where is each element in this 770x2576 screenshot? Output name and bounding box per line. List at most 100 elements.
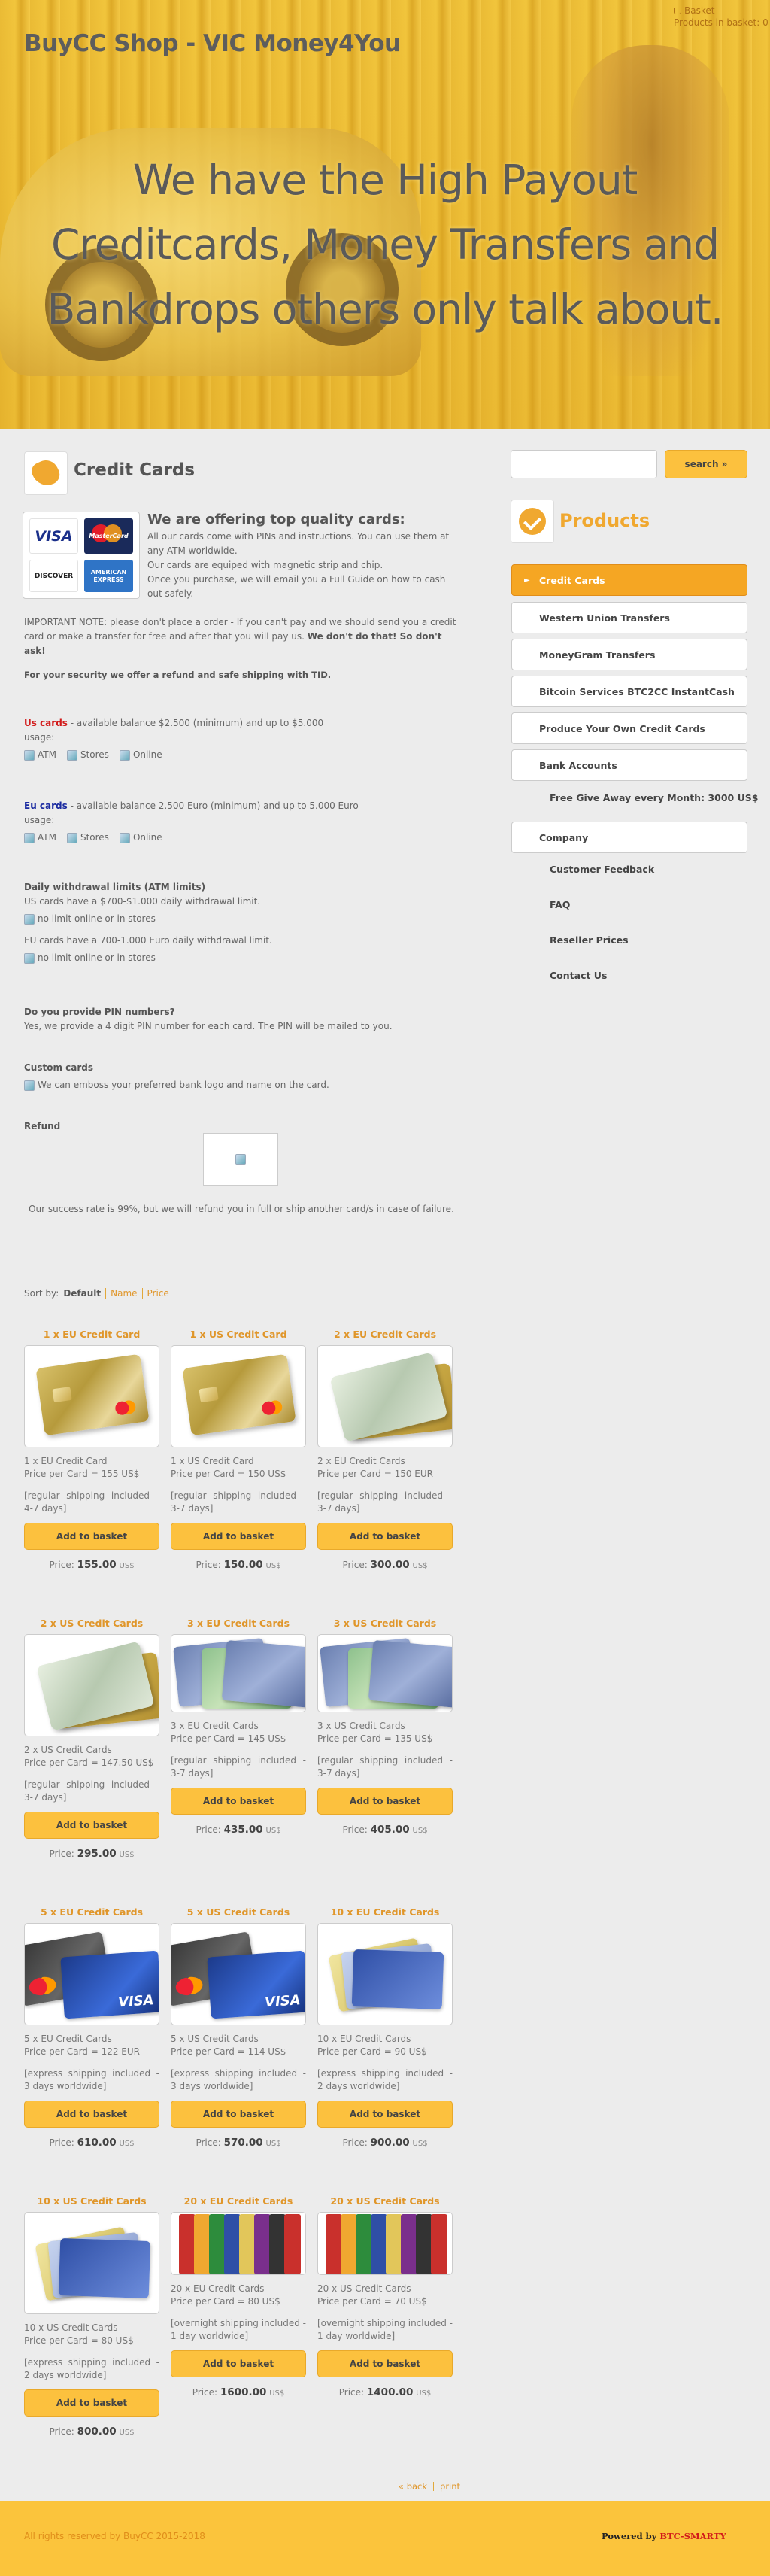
eu-cards-block: Eu cards - available balance 2.500 Euro …: [24, 800, 359, 843]
back-link[interactable]: « back: [399, 2481, 427, 2492]
sidebar-item-bank-accounts[interactable]: Bank Accounts: [511, 749, 747, 781]
footer: All rights reserved by BuyCC 2015-2018 P…: [0, 2501, 770, 2576]
product-title-link[interactable]: 5 x US Credit Cards: [171, 1906, 306, 1920]
add-to-basket-button[interactable]: Add to basket: [171, 2350, 306, 2377]
product-title-link[interactable]: 3 x EU Credit Cards: [171, 1618, 306, 1631]
product-shipping: [overnight shipping included - 1 day wor…: [317, 2318, 453, 2341]
sort-name-link[interactable]: Name: [111, 1288, 137, 1299]
search-button[interactable]: search »: [665, 450, 747, 478]
add-to-basket-button[interactable]: Add to basket: [317, 2101, 453, 2128]
basket-widget[interactable]: Basket Products in basket: 0: [674, 5, 768, 29]
product-price: Price: 570.00 US$: [196, 2137, 281, 2149]
bullet-icon: ►: [524, 576, 530, 585]
product-image[interactable]: [171, 1634, 306, 1712]
product-image[interactable]: [171, 2212, 306, 2275]
product-price-per-card: Price per Card = 114 US$: [171, 2046, 286, 2057]
card-logos-image: VISA MasterCard DISCOVER AMERICAN EXPRES…: [23, 512, 140, 599]
refund-text: Our success rate is 99%, but we will ref…: [29, 1204, 454, 1214]
add-to-basket-button[interactable]: Add to basket: [171, 2101, 306, 2128]
card-hand-icon: [29, 456, 63, 491]
product-name: 20 x EU Credit Cards: [171, 2283, 265, 2294]
product-shipping: [express shipping included - 2 days worl…: [24, 2357, 159, 2380]
sidebar-item-bitcoin-services[interactable]: Bitcoin Services BTC2CC InstantCash: [511, 676, 747, 707]
product-price-per-card: Price per Card = 150 US$: [171, 1469, 286, 1479]
product-name: 3 x EU Credit Cards: [171, 1721, 259, 1731]
product-title-link[interactable]: 1 x EU Credit Card: [24, 1329, 159, 1342]
print-link[interactable]: print: [440, 2481, 460, 2492]
sidebar-item-moneygram[interactable]: MoneyGram Transfers: [511, 639, 747, 670]
product-image[interactable]: VISA: [171, 1923, 306, 2025]
product-title-link[interactable]: 10 x EU Credit Cards: [317, 1906, 453, 1920]
search-input[interactable]: [511, 450, 657, 478]
broken-image-icon: [235, 1154, 246, 1165]
sidebar-sub-faq[interactable]: FAQ: [550, 899, 570, 910]
site-title[interactable]: BuyCC Shop - VIC Money4You: [24, 30, 401, 57]
product-price-per-card: Price per Card = 150 EUR: [317, 1469, 434, 1479]
add-to-basket-button[interactable]: Add to basket: [171, 1523, 306, 1550]
product-shipping: [regular shipping included - 3-7 days]: [317, 1755, 453, 1779]
product-title-link[interactable]: 20 x US Credit Cards: [317, 2195, 453, 2209]
product-shipping: [express shipping included - 2 days worl…: [317, 2068, 453, 2091]
sort-price-link[interactable]: Price: [147, 1288, 169, 1299]
bottom-links: « back print: [399, 2481, 460, 2492]
offer-title: We are offering top quality cards:: [147, 512, 405, 527]
add-to-basket-button[interactable]: Add to basket: [317, 2350, 453, 2377]
product-title-link[interactable]: 2 x EU Credit Cards: [317, 1329, 453, 1342]
sidebar-item-produce-cards[interactable]: Produce Your Own Credit Cards: [511, 712, 747, 744]
add-to-basket-button[interactable]: Add to basket: [171, 1788, 306, 1815]
product-title-link[interactable]: 10 x US Credit Cards: [24, 2195, 159, 2209]
product-card: 10 x EU Credit Cards 10 x EU Credit Card…: [317, 1906, 453, 2149]
sidebar-sub-reseller-prices[interactable]: Reseller Prices: [550, 934, 629, 946]
add-to-basket-button[interactable]: Add to basket: [317, 1523, 453, 1550]
product-image[interactable]: [317, 1345, 453, 1447]
add-to-basket-button[interactable]: Add to basket: [317, 1788, 453, 1815]
basket-link[interactable]: Basket: [684, 5, 714, 17]
product-title-link[interactable]: 2 x US Credit Cards: [24, 1618, 159, 1631]
product-image[interactable]: [24, 1634, 159, 1736]
add-to-basket-button[interactable]: Add to basket: [24, 2101, 159, 2128]
sidebar-sub-customer-feedback[interactable]: Customer Feedback: [550, 864, 654, 875]
product-image[interactable]: [317, 1634, 453, 1712]
product-image[interactable]: [24, 2212, 159, 2314]
sidebar-sub-contact-us[interactable]: Contact Us: [550, 970, 607, 981]
product-price: Price: 1600.00 US$: [192, 2386, 285, 2398]
product-image[interactable]: [317, 1923, 453, 2025]
product-image[interactable]: [171, 1345, 306, 1447]
important-note: IMPORTANT NOTE: please don't place a ord…: [24, 617, 456, 656]
hero-headline: We have the High Payout Creditcards, Mon…: [47, 156, 724, 333]
sidebar-item-company[interactable]: Company: [511, 822, 747, 853]
sidebar-free-giveaway[interactable]: Free Give Away every Month: 3000 US$: [550, 792, 758, 803]
add-to-basket-button[interactable]: Add to basket: [24, 1812, 159, 1839]
check-icon: [519, 508, 546, 535]
product-image[interactable]: VISA: [24, 1923, 159, 2025]
product-name: 20 x US Credit Cards: [317, 2283, 411, 2294]
product-image[interactable]: [24, 1345, 159, 1447]
product-image[interactable]: [317, 2212, 453, 2275]
product-title-link[interactable]: 5 x EU Credit Cards: [24, 1906, 159, 1920]
product-name: 2 x US Credit Cards: [24, 1745, 112, 1755]
basket-count-label: Products in basket:: [674, 17, 760, 28]
product-price: Price: 435.00 US$: [196, 1824, 281, 1836]
page-title: Credit Cards: [74, 460, 196, 480]
product-card: 1 x US Credit Card 1 x US Credit Card Pri…: [171, 1329, 306, 1571]
sidebar-item-western-union[interactable]: Western Union Transfers: [511, 602, 747, 633]
product-title-link[interactable]: 1 x US Credit Card: [171, 1329, 306, 1342]
sidebar-item-credit-cards[interactable]: ► Credit Cards: [511, 564, 747, 596]
custom-cards-block: Custom cards We can emboss your preferre…: [24, 1062, 329, 1091]
stores-icon: [66, 832, 77, 843]
online-icon: [119, 749, 130, 761]
basket-icon: [674, 7, 681, 14]
product-title-link[interactable]: 20 x EU Credit Cards: [171, 2195, 306, 2209]
atm-icon: [24, 832, 35, 843]
no-limit-icon: [24, 952, 35, 964]
product-price: Price: 150.00 US$: [196, 1559, 281, 1571]
sort-default[interactable]: Default: [63, 1288, 101, 1299]
add-to-basket-button[interactable]: Add to basket: [24, 1523, 159, 1550]
add-to-basket-button[interactable]: Add to basket: [24, 2389, 159, 2417]
credit-cards-icon-box: [24, 451, 68, 495]
powered-by[interactable]: Powered by BTC-SMARTY: [602, 2531, 726, 2541]
product-title-link[interactable]: 3 x US Credit Cards: [317, 1618, 453, 1631]
product-card: 10 x US Credit Cards 10 x US Credit Card…: [24, 2195, 159, 2438]
product-shipping: [express shipping included - 3 days worl…: [24, 2068, 159, 2091]
product-price-per-card: Price per Card = 80 US$: [171, 2296, 280, 2307]
